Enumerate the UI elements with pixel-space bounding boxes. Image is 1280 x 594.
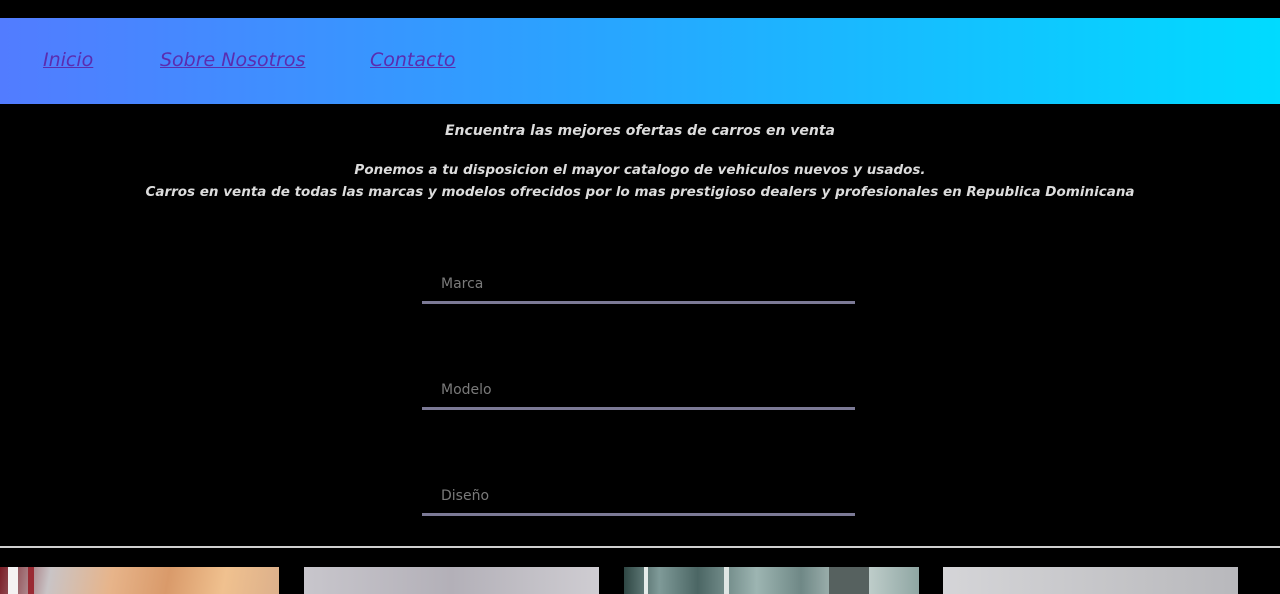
car-card-3[interactable] [624, 567, 919, 594]
modelo-input[interactable] [422, 366, 855, 407]
nav-link-inicio[interactable]: Inicio [43, 49, 93, 71]
car-card-4[interactable] [943, 567, 1238, 594]
hero-description-line-2: Carros en venta de todas las marcas y mo… [145, 184, 1135, 200]
marca-input[interactable] [422, 260, 855, 301]
car-photo-3-detail [644, 567, 648, 594]
marca-field [422, 260, 855, 304]
car-photo-1-detail [28, 567, 34, 594]
nav-link-sobre-nosotros[interactable]: Sobre Nosotros [160, 49, 305, 71]
car-card-1[interactable] [0, 567, 279, 594]
modelo-field [422, 366, 855, 410]
car-photo-1-detail [8, 567, 18, 594]
nav-link-contacto[interactable]: Contacto [370, 49, 456, 71]
section-divider [0, 546, 1280, 548]
car-photo-3-detail [829, 567, 869, 594]
diseno-field [422, 472, 855, 516]
hero-description-line-1: Ponemos a tu disposicion el mayor catalo… [354, 162, 926, 178]
car-card-2[interactable] [304, 567, 599, 594]
car-photo-3-detail [724, 567, 729, 594]
diseno-input[interactable] [422, 472, 855, 513]
hero-headline: Encuentra las mejores ofertas de carros … [444, 123, 836, 139]
